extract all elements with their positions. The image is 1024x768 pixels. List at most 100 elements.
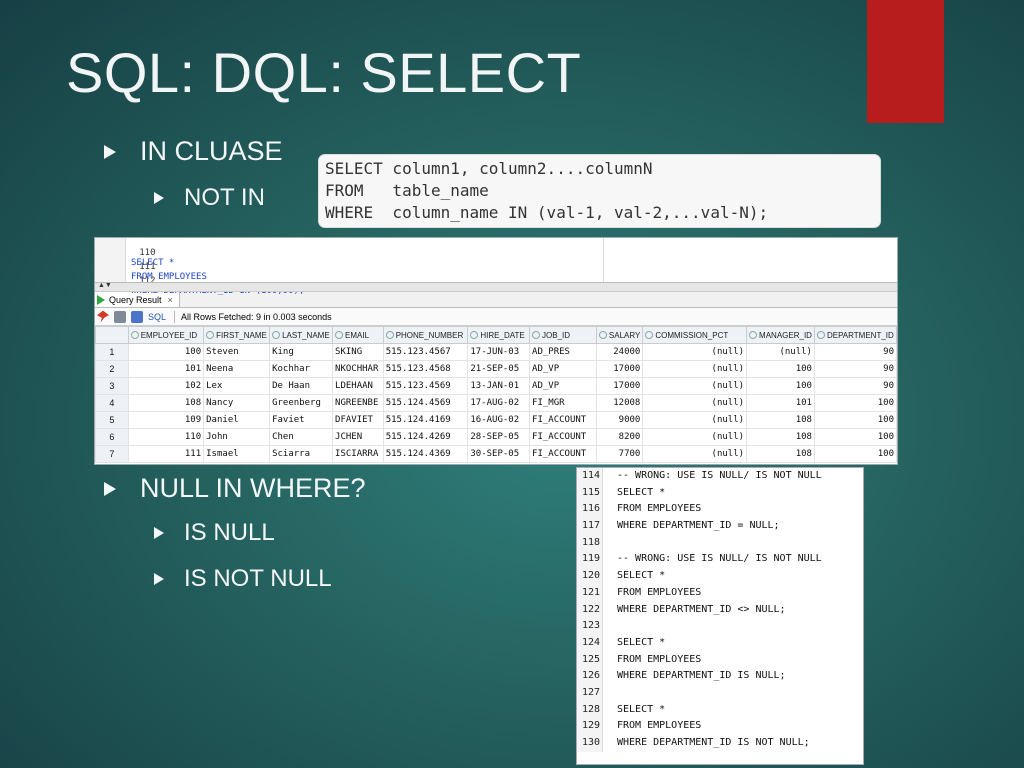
table-cell[interactable]: (null) xyxy=(642,360,748,378)
table-cell[interactable]: (null) xyxy=(642,445,748,463)
table-cell[interactable]: 24000 xyxy=(595,343,644,361)
table-cell[interactable]: Greenberg xyxy=(269,394,334,412)
table-cell[interactable]: 102 xyxy=(127,377,205,395)
table-cell[interactable]: 515.124.4169 xyxy=(382,411,469,429)
table-cell[interactable]: 100 xyxy=(813,411,897,429)
pin-icon[interactable] xyxy=(97,310,109,323)
table-cell[interactable]: 109 xyxy=(127,411,205,429)
table-cell[interactable]: 515.124.4269 xyxy=(382,428,469,446)
table-cell[interactable]: 17-JUN-03 xyxy=(467,343,531,361)
table-cell[interactable]: 8200 xyxy=(595,428,644,446)
table-cell[interactable]: (null) xyxy=(642,411,748,429)
print-icon[interactable] xyxy=(114,310,126,323)
table-row[interactable]: 1 100 Steven King SKING 515.123.4567 17-JUN-03… xyxy=(95,343,897,361)
table-cell[interactable]: (null) xyxy=(642,428,748,446)
table-cell[interactable]: FI_ACCOUNT xyxy=(529,445,597,463)
table-cell[interactable]: 108 xyxy=(127,394,205,412)
table-cell[interactable]: King xyxy=(269,343,334,361)
table-cell[interactable]: AD_PRES xyxy=(529,343,597,361)
table-cell[interactable]: 7700 xyxy=(595,445,644,463)
table-cell[interactable]: 100 xyxy=(746,377,815,395)
table-cell[interactable]: 30-SEP-05 xyxy=(467,445,531,463)
table-cell[interactable]: 100 xyxy=(746,360,815,378)
table-row[interactable]: 6 110 John Chen JCHEN 515.124.4269 28-SEP-05 FI… xyxy=(95,428,897,446)
table-cell[interactable]: Nancy xyxy=(203,394,271,412)
table-cell[interactable]: AD_VP xyxy=(529,360,597,378)
table-row[interactable]: 5 109 Daniel Faviet DFAVIET 515.124.4169 16-AU… xyxy=(95,411,897,429)
table-cell[interactable]: FI_MGR xyxy=(529,394,597,412)
table-cell[interactable]: Kochhar xyxy=(269,360,334,378)
column-header[interactable]: DEPARTMENT_ID xyxy=(813,326,897,344)
table-cell[interactable]: 100 xyxy=(127,343,205,361)
table-cell[interactable]: 515.123.4567 xyxy=(382,343,469,361)
table-cell[interactable]: 101 xyxy=(746,394,815,412)
table-cell[interactable]: Daniel xyxy=(203,411,271,429)
table-row[interactable]: 3 102 Lex De Haan LDEHAAN 515.123.4569 13-JAN-… xyxy=(95,377,897,395)
table-cell[interactable]: 16-AUG-02 xyxy=(467,411,531,429)
table-row[interactable]: 2 101 Neena Kochhar NKOCHHAR 515.123.4568 21-S… xyxy=(95,360,897,378)
table-cell[interactable]: 9000 xyxy=(595,411,644,429)
table-cell[interactable]: Neena xyxy=(203,360,271,378)
table-cell[interactable]: (null) xyxy=(642,377,748,395)
column-header[interactable]: HIRE_DATE xyxy=(467,326,531,344)
table-cell[interactable]: 90 xyxy=(813,360,897,378)
table-cell[interactable]: ISCIARRA xyxy=(332,445,384,463)
table-cell[interactable]: 28-SEP-05 xyxy=(467,428,531,446)
table-cell[interactable]: DFAVIET xyxy=(332,411,384,429)
table-cell[interactable]: NKOCHHAR xyxy=(332,360,384,378)
table-cell[interactable]: Steven xyxy=(203,343,271,361)
table-cell[interactable]: 101 xyxy=(127,360,205,378)
column-header[interactable]: LAST_NAME xyxy=(269,326,334,344)
column-header[interactable]: EMAIL xyxy=(332,326,384,344)
table-cell[interactable]: (null) xyxy=(746,343,815,361)
table-cell[interactable]: 13-JAN-01 xyxy=(467,377,531,395)
table-cell[interactable]: 17000 xyxy=(595,360,644,378)
table-cell[interactable]: 90 xyxy=(813,343,897,361)
table-cell[interactable]: De Haan xyxy=(269,377,334,395)
table-cell[interactable]: 17-AUG-02 xyxy=(467,394,531,412)
table-cell[interactable]: 100 xyxy=(813,394,897,412)
table-cell[interactable]: JCHEN xyxy=(332,428,384,446)
table-row[interactable]: 4 108 Nancy Greenberg NGREENBE 515.124.4569 17… xyxy=(95,394,897,412)
table-cell[interactable]: FI_ACCOUNT xyxy=(529,411,597,429)
column-header[interactable]: JOB_ID xyxy=(529,326,597,344)
table-cell[interactable]: 100 xyxy=(813,445,897,463)
splitter-arrows-icon[interactable]: ▲▼ xyxy=(98,282,112,289)
close-icon[interactable]: × xyxy=(168,295,173,305)
table-cell[interactable]: Chen xyxy=(269,428,334,446)
column-header[interactable]: SALARY xyxy=(595,326,644,344)
table-cell[interactable]: 515.124.4569 xyxy=(382,394,469,412)
export-icon[interactable] xyxy=(131,310,143,323)
table-cell[interactable]: Lex xyxy=(203,377,271,395)
table-cell[interactable]: 21-SEP-05 xyxy=(467,360,531,378)
table-cell[interactable]: LDEHAAN xyxy=(332,377,384,395)
table-cell[interactable]: Sciarra xyxy=(269,445,334,463)
table-cell[interactable]: 111 xyxy=(127,445,205,463)
table-cell[interactable]: 108 xyxy=(746,445,815,463)
table-cell[interactable]: SKING xyxy=(332,343,384,361)
table-cell[interactable]: NGREENBE xyxy=(332,394,384,412)
table-cell[interactable]: 108 xyxy=(746,411,815,429)
table-cell[interactable]: John xyxy=(203,428,271,446)
column-header[interactable]: FIRST_NAME xyxy=(203,326,271,344)
sql-editor[interactable]: 110 SELECT * 111 FROM EMPLOYEES 112 WHER… xyxy=(95,238,897,296)
table-cell[interactable]: 110 xyxy=(127,428,205,446)
table-cell[interactable]: 108 xyxy=(746,428,815,446)
table-cell[interactable]: Ismael xyxy=(203,445,271,463)
table-cell[interactable]: 515.123.4569 xyxy=(382,377,469,395)
table-cell[interactable]: (null) xyxy=(642,343,748,361)
table-cell[interactable]: 100 xyxy=(813,428,897,446)
table-row[interactable]: 7 111 Ismael Sciarra ISCIARRA 515.124.4369 30-… xyxy=(95,445,897,463)
table-cell[interactable]: 90 xyxy=(813,377,897,395)
column-header[interactable]: EMPLOYEE_ID xyxy=(127,326,205,344)
pane-splitter[interactable]: ▲▼ xyxy=(95,282,897,292)
table-cell[interactable]: 515.124.4369 xyxy=(382,445,469,463)
table-cell[interactable]: (null) xyxy=(642,394,748,412)
table-cell[interactable]: 515.123.4568 xyxy=(382,360,469,378)
column-header[interactable]: COMMISSION_PCT xyxy=(642,326,748,344)
table-cell[interactable]: FI_ACCOUNT xyxy=(529,428,597,446)
table-cell[interactable]: Faviet xyxy=(269,411,334,429)
column-header[interactable]: PHONE_NUMBER xyxy=(382,326,469,344)
table-cell[interactable]: AD_VP xyxy=(529,377,597,395)
table-cell[interactable]: 12008 xyxy=(595,394,644,412)
